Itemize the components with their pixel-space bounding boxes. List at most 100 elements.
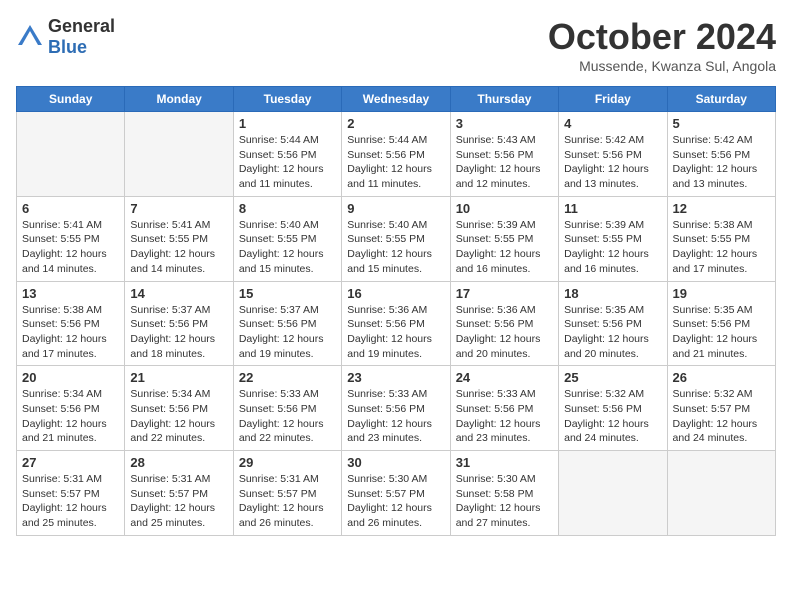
day-number: 22	[239, 370, 336, 385]
calendar-cell	[559, 451, 667, 536]
cell-sun-info: Sunrise: 5:30 AMSunset: 5:57 PMDaylight:…	[347, 472, 444, 531]
calendar-week-5: 27 Sunrise: 5:31 AMSunset: 5:57 PMDayligh…	[17, 451, 776, 536]
calendar-cell: 5Sunrise: 5:42 AMSunset: 5:56 PMDaylight…	[667, 112, 775, 197]
day-number: 10	[456, 201, 553, 216]
calendar-cell: 27Sunrise: 5:31 AMSunset: 5:57 PMDayligh…	[17, 451, 125, 536]
calendar-week-4: 20 Sunrise: 5:34 AMSunset: 5:56 PMDayligh…	[17, 366, 776, 451]
calendar-cell: 31 Sunrise: 5:30 AMSunset: 5:58 PMDayligh…	[450, 451, 558, 536]
day-number: 9	[347, 201, 444, 216]
calendar-table: SundayMondayTuesdayWednesdayThursdayFrid…	[16, 86, 776, 536]
calendar-cell: 23Sunrise: 5:33 AMSunset: 5:56 PMDayligh…	[342, 366, 450, 451]
calendar-cell: 4Sunrise: 5:42 AMSunset: 5:56 PMDaylight…	[559, 112, 667, 197]
day-number: 3	[456, 116, 553, 131]
day-number: 1	[239, 116, 336, 131]
day-number: 12	[673, 201, 770, 216]
logo: General Blue	[16, 16, 115, 58]
calendar-cell: 2Sunrise: 5:44 AMSunset: 5:56 PMDaylight…	[342, 112, 450, 197]
logo-icon	[16, 23, 44, 51]
day-number: 14	[130, 286, 227, 301]
cell-sun-info: Sunrise: 5:42 AMSunset: 5:56 PMDaylight:…	[673, 133, 770, 192]
day-number: 31	[456, 455, 553, 470]
cell-sun-info: Sunrise: 5:40 AMSunset: 5:55 PMDaylight:…	[347, 218, 444, 277]
calendar-cell: 3 Sunrise: 5:43 AMSunset: 5:56 PMDaylight…	[450, 112, 558, 197]
calendar-cell: 13Sunrise: 5:38 AMSunset: 5:56 PMDayligh…	[17, 281, 125, 366]
calendar-cell: 1 Sunrise: 5:44 AMSunset: 5:56 PMDaylight…	[233, 112, 341, 197]
calendar-week-2: 6Sunrise: 5:41 AMSunset: 5:55 PMDaylight…	[17, 196, 776, 281]
day-number: 17	[456, 286, 553, 301]
calendar-cell: 28 Sunrise: 5:31 AMSunset: 5:57 PMDayligh…	[125, 451, 233, 536]
cell-sun-info: Sunrise: 5:35 AMSunset: 5:56 PMDaylight:…	[673, 303, 770, 362]
day-number: 29	[239, 455, 336, 470]
cell-sun-info: Sunrise: 5:38 AMSunset: 5:55 PMDaylight:…	[673, 218, 770, 277]
day-number: 25	[564, 370, 661, 385]
calendar-week-3: 13Sunrise: 5:38 AMSunset: 5:56 PMDayligh…	[17, 281, 776, 366]
weekday-header-saturday: Saturday	[667, 87, 775, 112]
cell-sun-info: Sunrise: 5:31 AMSunset: 5:57 PMDaylight:…	[239, 472, 336, 531]
calendar-cell: 24Sunrise: 5:33 AMSunset: 5:56 PMDayligh…	[450, 366, 558, 451]
cell-sun-info: Sunrise: 5:36 AMSunset: 5:56 PMDaylight:…	[347, 303, 444, 362]
cell-sun-info: Sunrise: 5:34 AMSunset: 5:56 PMDaylight:…	[22, 387, 119, 446]
weekday-header-tuesday: Tuesday	[233, 87, 341, 112]
calendar-cell: 17Sunrise: 5:36 AMSunset: 5:56 PMDayligh…	[450, 281, 558, 366]
calendar-cell: 21 Sunrise: 5:34 AMSunset: 5:56 PMDayligh…	[125, 366, 233, 451]
calendar-body: 1 Sunrise: 5:44 AMSunset: 5:56 PMDaylight…	[17, 112, 776, 536]
calendar-cell: 25 Sunrise: 5:32 AMSunset: 5:56 PMDayligh…	[559, 366, 667, 451]
weekday-header-row: SundayMondayTuesdayWednesdayThursdayFrid…	[17, 87, 776, 112]
cell-sun-info: Sunrise: 5:39 AMSunset: 5:55 PMDaylight:…	[456, 218, 553, 277]
weekday-header-thursday: Thursday	[450, 87, 558, 112]
calendar-cell: 11Sunrise: 5:39 AMSunset: 5:55 PMDayligh…	[559, 196, 667, 281]
weekday-header-sunday: Sunday	[17, 87, 125, 112]
cell-sun-info: Sunrise: 5:44 AMSunset: 5:56 PMDaylight:…	[239, 133, 336, 192]
calendar-cell: 18Sunrise: 5:35 AMSunset: 5:56 PMDayligh…	[559, 281, 667, 366]
cell-sun-info: Sunrise: 5:32 AMSunset: 5:57 PMDaylight:…	[673, 387, 770, 446]
cell-sun-info: Sunrise: 5:37 AMSunset: 5:56 PMDaylight:…	[130, 303, 227, 362]
calendar-cell: 16Sunrise: 5:36 AMSunset: 5:56 PMDayligh…	[342, 281, 450, 366]
calendar-cell: 14 Sunrise: 5:37 AMSunset: 5:56 PMDayligh…	[125, 281, 233, 366]
cell-sun-info: Sunrise: 5:35 AMSunset: 5:56 PMDaylight:…	[564, 303, 661, 362]
calendar-cell: 20 Sunrise: 5:34 AMSunset: 5:56 PMDayligh…	[17, 366, 125, 451]
logo-general: General	[48, 16, 115, 36]
day-number: 28	[130, 455, 227, 470]
calendar-cell	[667, 451, 775, 536]
cell-sun-info: Sunrise: 5:34 AMSunset: 5:56 PMDaylight:…	[130, 387, 227, 446]
cell-sun-info: Sunrise: 5:32 AMSunset: 5:56 PMDaylight:…	[564, 387, 661, 446]
weekday-header-friday: Friday	[559, 87, 667, 112]
cell-sun-info: Sunrise: 5:30 AMSunset: 5:58 PMDaylight:…	[456, 472, 553, 531]
cell-sun-info: Sunrise: 5:41 AMSunset: 5:55 PMDaylight:…	[22, 218, 119, 277]
page-header: General Blue October 2024 Mussende, Kwan…	[16, 16, 776, 74]
calendar-cell: 19 Sunrise: 5:35 AMSunset: 5:56 PMDayligh…	[667, 281, 775, 366]
weekday-header-wednesday: Wednesday	[342, 87, 450, 112]
calendar-cell	[17, 112, 125, 197]
cell-sun-info: Sunrise: 5:31 AMSunset: 5:57 PMDaylight:…	[130, 472, 227, 531]
day-number: 19	[673, 286, 770, 301]
day-number: 20	[22, 370, 119, 385]
cell-sun-info: Sunrise: 5:33 AMSunset: 5:56 PMDaylight:…	[347, 387, 444, 446]
day-number: 8	[239, 201, 336, 216]
calendar-cell: 6Sunrise: 5:41 AMSunset: 5:55 PMDaylight…	[17, 196, 125, 281]
day-number: 21	[130, 370, 227, 385]
day-number: 4	[564, 116, 661, 131]
cell-sun-info: Sunrise: 5:33 AMSunset: 5:56 PMDaylight:…	[456, 387, 553, 446]
day-number: 26	[673, 370, 770, 385]
day-number: 30	[347, 455, 444, 470]
cell-sun-info: Sunrise: 5:33 AMSunset: 5:56 PMDaylight:…	[239, 387, 336, 446]
day-number: 11	[564, 201, 661, 216]
calendar-week-1: 1 Sunrise: 5:44 AMSunset: 5:56 PMDaylight…	[17, 112, 776, 197]
calendar-cell: 26 Sunrise: 5:32 AMSunset: 5:57 PMDayligh…	[667, 366, 775, 451]
cell-sun-info: Sunrise: 5:43 AMSunset: 5:56 PMDaylight:…	[456, 133, 553, 192]
calendar-cell: 29 Sunrise: 5:31 AMSunset: 5:57 PMDayligh…	[233, 451, 341, 536]
title-area: October 2024 Mussende, Kwanza Sul, Angol…	[548, 16, 776, 74]
calendar-cell: 9 Sunrise: 5:40 AMSunset: 5:55 PMDaylight…	[342, 196, 450, 281]
cell-sun-info: Sunrise: 5:41 AMSunset: 5:55 PMDaylight:…	[130, 218, 227, 277]
location-title: Mussende, Kwanza Sul, Angola	[548, 58, 776, 74]
day-number: 15	[239, 286, 336, 301]
day-number: 27	[22, 455, 119, 470]
cell-sun-info: Sunrise: 5:40 AMSunset: 5:55 PMDaylight:…	[239, 218, 336, 277]
cell-sun-info: Sunrise: 5:44 AMSunset: 5:56 PMDaylight:…	[347, 133, 444, 192]
logo-text: General Blue	[48, 16, 115, 58]
calendar-cell: 15Sunrise: 5:37 AMSunset: 5:56 PMDayligh…	[233, 281, 341, 366]
calendar-cell: 8 Sunrise: 5:40 AMSunset: 5:55 PMDaylight…	[233, 196, 341, 281]
cell-sun-info: Sunrise: 5:38 AMSunset: 5:56 PMDaylight:…	[22, 303, 119, 362]
month-title: October 2024	[548, 16, 776, 58]
calendar-cell: 30 Sunrise: 5:30 AMSunset: 5:57 PMDayligh…	[342, 451, 450, 536]
